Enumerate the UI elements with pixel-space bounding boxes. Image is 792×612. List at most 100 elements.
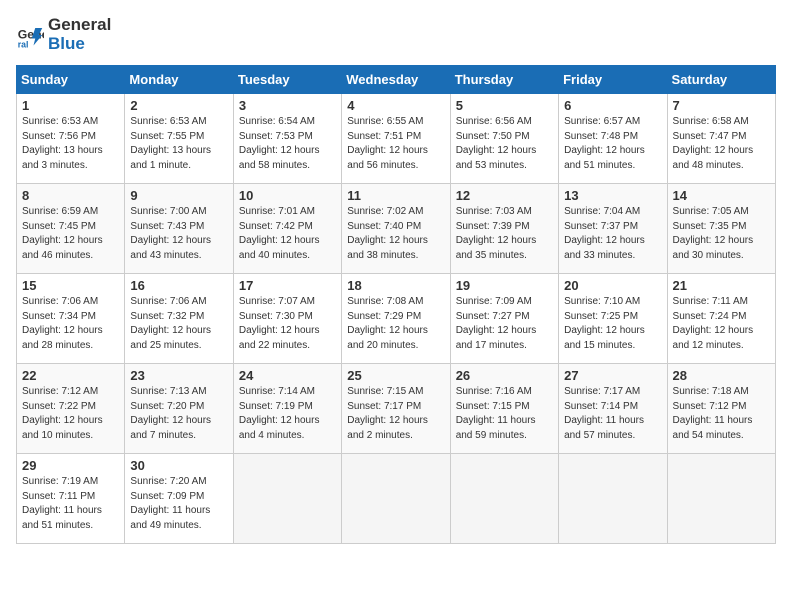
day-number: 7 xyxy=(673,98,770,113)
calendar-cell: 27 Sunrise: 7:17 AMSunset: 7:14 PMDaylig… xyxy=(559,364,667,454)
day-number: 23 xyxy=(130,368,227,383)
weekday-header-wednesday: Wednesday xyxy=(342,66,450,94)
logo-line2: Blue xyxy=(48,35,111,54)
day-info: Sunrise: 7:06 AMSunset: 7:34 PMDaylight:… xyxy=(22,295,119,353)
calendar-cell: 23 Sunrise: 7:13 AMSunset: 7:20 PMDaylig… xyxy=(125,364,233,454)
day-info: Sunrise: 7:10 AMSunset: 7:25 PMDaylight:… xyxy=(564,295,661,353)
calendar-cell: 15 Sunrise: 7:06 AMSunset: 7:34 PMDaylig… xyxy=(17,274,125,364)
day-info: Sunrise: 7:01 AMSunset: 7:42 PMDaylight:… xyxy=(239,205,336,263)
calendar-cell: 2 Sunrise: 6:53 AMSunset: 7:55 PMDayligh… xyxy=(125,94,233,184)
page-header: Gene ral General Blue xyxy=(16,16,776,53)
day-number: 16 xyxy=(130,278,227,293)
day-number: 2 xyxy=(130,98,227,113)
day-info: Sunrise: 7:03 AMSunset: 7:39 PMDaylight:… xyxy=(456,205,553,263)
day-info: Sunrise: 7:18 AMSunset: 7:12 PMDaylight:… xyxy=(673,385,770,443)
calendar-cell xyxy=(667,454,775,544)
logo: Gene ral General Blue xyxy=(16,16,111,53)
day-info: Sunrise: 7:14 AMSunset: 7:19 PMDaylight:… xyxy=(239,385,336,443)
calendar-cell: 26 Sunrise: 7:16 AMSunset: 7:15 PMDaylig… xyxy=(450,364,558,454)
calendar-cell: 3 Sunrise: 6:54 AMSunset: 7:53 PMDayligh… xyxy=(233,94,341,184)
day-info: Sunrise: 6:55 AMSunset: 7:51 PMDaylight:… xyxy=(347,115,444,173)
day-info: Sunrise: 6:54 AMSunset: 7:53 PMDaylight:… xyxy=(239,115,336,173)
day-info: Sunrise: 6:53 AMSunset: 7:55 PMDaylight:… xyxy=(130,115,227,173)
calendar-week-4: 22 Sunrise: 7:12 AMSunset: 7:22 PMDaylig… xyxy=(17,364,776,454)
day-info: Sunrise: 6:57 AMSunset: 7:48 PMDaylight:… xyxy=(564,115,661,173)
calendar-cell: 8 Sunrise: 6:59 AMSunset: 7:45 PMDayligh… xyxy=(17,184,125,274)
day-info: Sunrise: 7:04 AMSunset: 7:37 PMDaylight:… xyxy=(564,205,661,263)
day-number: 14 xyxy=(673,188,770,203)
calendar-cell: 4 Sunrise: 6:55 AMSunset: 7:51 PMDayligh… xyxy=(342,94,450,184)
calendar-cell: 12 Sunrise: 7:03 AMSunset: 7:39 PMDaylig… xyxy=(450,184,558,274)
day-info: Sunrise: 6:56 AMSunset: 7:50 PMDaylight:… xyxy=(456,115,553,173)
day-info: Sunrise: 6:58 AMSunset: 7:47 PMDaylight:… xyxy=(673,115,770,173)
day-number: 13 xyxy=(564,188,661,203)
day-number: 18 xyxy=(347,278,444,293)
logo-line1: General xyxy=(48,16,111,35)
calendar-cell: 9 Sunrise: 7:00 AMSunset: 7:43 PMDayligh… xyxy=(125,184,233,274)
calendar-cell: 30 Sunrise: 7:20 AMSunset: 7:09 PMDaylig… xyxy=(125,454,233,544)
day-info: Sunrise: 7:12 AMSunset: 7:22 PMDaylight:… xyxy=(22,385,119,443)
day-number: 4 xyxy=(347,98,444,113)
calendar-cell: 11 Sunrise: 7:02 AMSunset: 7:40 PMDaylig… xyxy=(342,184,450,274)
calendar-cell: 7 Sunrise: 6:58 AMSunset: 7:47 PMDayligh… xyxy=(667,94,775,184)
day-number: 6 xyxy=(564,98,661,113)
day-info: Sunrise: 7:09 AMSunset: 7:27 PMDaylight:… xyxy=(456,295,553,353)
calendar-cell xyxy=(559,454,667,544)
day-number: 29 xyxy=(22,458,119,473)
calendar-cell: 21 Sunrise: 7:11 AMSunset: 7:24 PMDaylig… xyxy=(667,274,775,364)
calendar-cell: 28 Sunrise: 7:18 AMSunset: 7:12 PMDaylig… xyxy=(667,364,775,454)
day-number: 17 xyxy=(239,278,336,293)
calendar-cell: 29 Sunrise: 7:19 AMSunset: 7:11 PMDaylig… xyxy=(17,454,125,544)
day-info: Sunrise: 7:08 AMSunset: 7:29 PMDaylight:… xyxy=(347,295,444,353)
weekday-header-thursday: Thursday xyxy=(450,66,558,94)
weekday-header-tuesday: Tuesday xyxy=(233,66,341,94)
calendar-cell: 24 Sunrise: 7:14 AMSunset: 7:19 PMDaylig… xyxy=(233,364,341,454)
calendar-cell: 5 Sunrise: 6:56 AMSunset: 7:50 PMDayligh… xyxy=(450,94,558,184)
day-info: Sunrise: 7:11 AMSunset: 7:24 PMDaylight:… xyxy=(673,295,770,353)
day-number: 12 xyxy=(456,188,553,203)
day-number: 5 xyxy=(456,98,553,113)
day-number: 10 xyxy=(239,188,336,203)
calendar-cell: 25 Sunrise: 7:15 AMSunset: 7:17 PMDaylig… xyxy=(342,364,450,454)
calendar-body: 1 Sunrise: 6:53 AMSunset: 7:56 PMDayligh… xyxy=(17,94,776,544)
calendar-week-3: 15 Sunrise: 7:06 AMSunset: 7:34 PMDaylig… xyxy=(17,274,776,364)
calendar-week-1: 1 Sunrise: 6:53 AMSunset: 7:56 PMDayligh… xyxy=(17,94,776,184)
weekday-header-monday: Monday xyxy=(125,66,233,94)
day-number: 8 xyxy=(22,188,119,203)
day-info: Sunrise: 6:59 AMSunset: 7:45 PMDaylight:… xyxy=(22,205,119,263)
day-number: 21 xyxy=(673,278,770,293)
calendar-cell: 1 Sunrise: 6:53 AMSunset: 7:56 PMDayligh… xyxy=(17,94,125,184)
calendar-cell: 20 Sunrise: 7:10 AMSunset: 7:25 PMDaylig… xyxy=(559,274,667,364)
calendar-header-row: SundayMondayTuesdayWednesdayThursdayFrid… xyxy=(17,66,776,94)
day-number: 30 xyxy=(130,458,227,473)
calendar-cell xyxy=(233,454,341,544)
svg-text:ral: ral xyxy=(18,39,29,49)
calendar-week-2: 8 Sunrise: 6:59 AMSunset: 7:45 PMDayligh… xyxy=(17,184,776,274)
day-number: 28 xyxy=(673,368,770,383)
calendar-table: SundayMondayTuesdayWednesdayThursdayFrid… xyxy=(16,65,776,544)
day-info: Sunrise: 7:17 AMSunset: 7:14 PMDaylight:… xyxy=(564,385,661,443)
day-info: Sunrise: 7:13 AMSunset: 7:20 PMDaylight:… xyxy=(130,385,227,443)
calendar-cell xyxy=(450,454,558,544)
weekday-header-sunday: Sunday xyxy=(17,66,125,94)
day-info: Sunrise: 7:20 AMSunset: 7:09 PMDaylight:… xyxy=(130,475,227,533)
calendar-cell: 13 Sunrise: 7:04 AMSunset: 7:37 PMDaylig… xyxy=(559,184,667,274)
day-number: 19 xyxy=(456,278,553,293)
logo-icon: Gene ral xyxy=(16,21,44,49)
day-number: 25 xyxy=(347,368,444,383)
calendar-cell: 16 Sunrise: 7:06 AMSunset: 7:32 PMDaylig… xyxy=(125,274,233,364)
day-number: 1 xyxy=(22,98,119,113)
day-number: 11 xyxy=(347,188,444,203)
day-info: Sunrise: 7:15 AMSunset: 7:17 PMDaylight:… xyxy=(347,385,444,443)
calendar-cell: 14 Sunrise: 7:05 AMSunset: 7:35 PMDaylig… xyxy=(667,184,775,274)
calendar-cell: 22 Sunrise: 7:12 AMSunset: 7:22 PMDaylig… xyxy=(17,364,125,454)
day-number: 20 xyxy=(564,278,661,293)
calendar-week-5: 29 Sunrise: 7:19 AMSunset: 7:11 PMDaylig… xyxy=(17,454,776,544)
calendar-cell: 17 Sunrise: 7:07 AMSunset: 7:30 PMDaylig… xyxy=(233,274,341,364)
weekday-header-saturday: Saturday xyxy=(667,66,775,94)
day-number: 24 xyxy=(239,368,336,383)
day-number: 3 xyxy=(239,98,336,113)
day-info: Sunrise: 7:07 AMSunset: 7:30 PMDaylight:… xyxy=(239,295,336,353)
day-number: 15 xyxy=(22,278,119,293)
day-info: Sunrise: 7:00 AMSunset: 7:43 PMDaylight:… xyxy=(130,205,227,263)
